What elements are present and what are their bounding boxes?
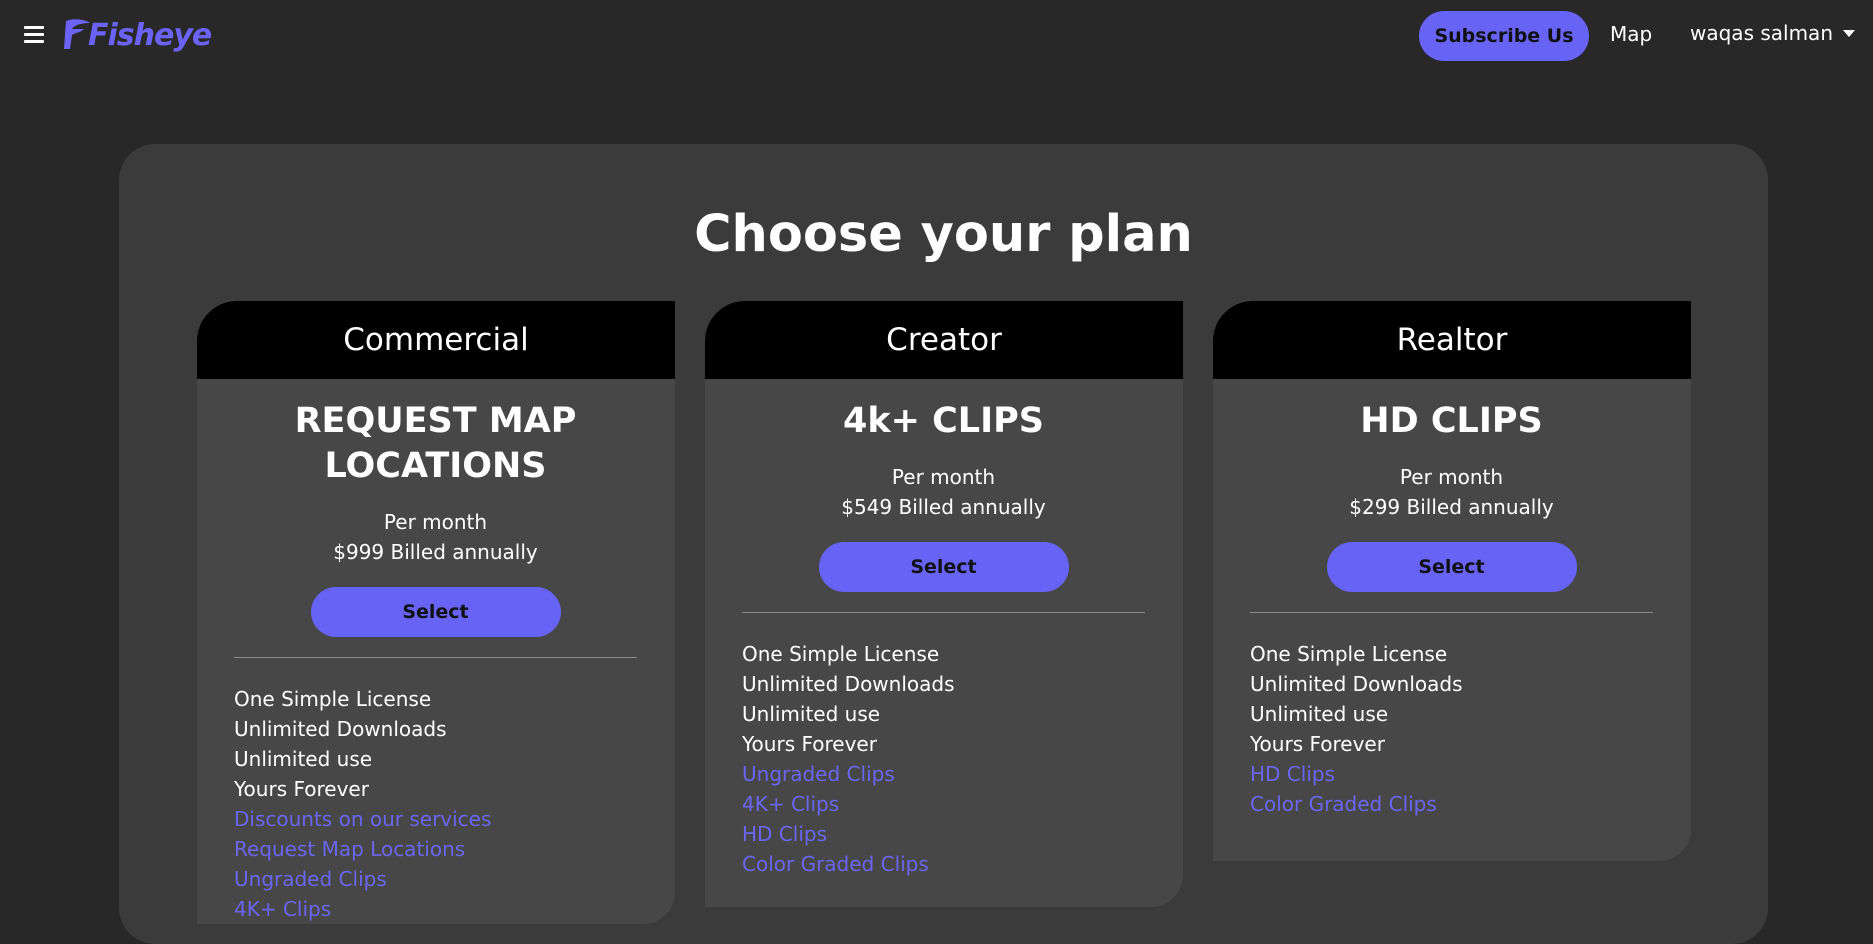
plan-card-header: Creator xyxy=(705,301,1183,379)
select-commercial-button[interactable]: Select xyxy=(310,587,561,637)
hamburger-menu-icon[interactable] xyxy=(24,26,44,44)
feature-link[interactable]: Ungraded Clips xyxy=(234,864,637,894)
plan-card-header: Realtor xyxy=(1213,301,1691,379)
select-creator-button[interactable]: Select xyxy=(818,542,1069,592)
feature-link[interactable]: HD Clips xyxy=(1250,759,1653,789)
feature-link[interactable]: Request Map Locations xyxy=(234,834,637,864)
feature-item: Unlimited Downloads xyxy=(742,672,955,696)
plan-per-month: Per month xyxy=(383,510,488,534)
logo-text: Fisheye xyxy=(88,17,212,53)
subscribe-button[interactable]: Subscribe Us xyxy=(1419,11,1589,61)
select-realtor-button[interactable]: Select xyxy=(1326,542,1577,592)
feature-link[interactable]: Color Graded Clips xyxy=(1250,789,1653,819)
plan-price: $299 Billed annually xyxy=(1349,495,1554,519)
plan-card-body: HD CLIPS Per month $299 Billed annually … xyxy=(1213,379,1691,861)
feature-item: Unlimited use xyxy=(742,702,881,726)
feature-link[interactable]: Color Graded Clips xyxy=(742,849,1145,879)
plan-card-body: REQUEST MAP LOCATIONS Per month $999 Bil… xyxy=(197,379,675,924)
page-title: Choose your plan xyxy=(694,205,1193,264)
feature-link[interactable]: HD Clips xyxy=(742,819,1145,849)
feature-item: Yours Forever xyxy=(742,732,877,756)
plan-price: $549 Billed annually xyxy=(841,495,1046,519)
feature-list: One Simple License Unlimited Downloads U… xyxy=(742,639,1145,879)
user-name: waqas salman xyxy=(1690,21,1833,45)
plan-tier: 4k+ CLIPS xyxy=(842,401,1044,441)
caret-down-icon xyxy=(1843,29,1855,37)
divider xyxy=(1250,612,1653,613)
feature-link[interactable]: 4K+ Clips xyxy=(234,894,637,924)
plan-card-creator: Creator 4k+ CLIPS Per month $549 Billed … xyxy=(705,301,1183,907)
divider xyxy=(742,612,1145,613)
fisheye-logo[interactable]: Fisheye xyxy=(62,14,212,56)
feature-item: One Simple License xyxy=(234,687,432,711)
plan-per-month: Per month xyxy=(1399,465,1504,489)
feature-item: Yours Forever xyxy=(234,777,369,801)
plan-tier: REQUEST MAP LOCATIONS xyxy=(294,401,577,486)
feature-item: Unlimited use xyxy=(234,747,373,771)
feature-item: Unlimited Downloads xyxy=(1250,672,1463,696)
feature-item: Unlimited Downloads xyxy=(234,717,447,741)
feature-list: One Simple License Unlimited Downloads U… xyxy=(234,684,637,924)
feature-item: Yours Forever xyxy=(1250,732,1385,756)
feature-item: One Simple License xyxy=(742,642,940,666)
feature-link[interactable]: Ungraded Clips xyxy=(742,759,1145,789)
feature-link[interactable]: 4K+ Clips xyxy=(742,789,1145,819)
plan-card-body: 4k+ CLIPS Per month $549 Billed annually… xyxy=(705,379,1183,907)
divider xyxy=(234,657,637,658)
plan-card-header: Commercial xyxy=(197,301,675,379)
plan-price: $999 Billed annually xyxy=(333,540,538,564)
user-menu-dropdown[interactable]: waqas salman xyxy=(1690,21,1855,45)
feature-list: One Simple License Unlimited Downloads U… xyxy=(1250,639,1653,819)
plan-per-month: Per month xyxy=(891,465,996,489)
feature-item: One Simple License xyxy=(1250,642,1448,666)
top-navbar: Fisheye Subscribe Us Map waqas salman xyxy=(0,0,1873,72)
feature-item: Unlimited use xyxy=(1250,702,1389,726)
nav-link-map[interactable]: Map xyxy=(1610,22,1652,46)
feature-link[interactable]: Discounts on our services xyxy=(234,804,637,834)
plan-tier: HD CLIPS xyxy=(1360,401,1543,441)
plan-card-realtor: Realtor HD CLIPS Per month $299 Billed a… xyxy=(1213,301,1691,861)
plan-card-commercial: Commercial REQUEST MAP LOCATIONS Per mon… xyxy=(197,301,675,924)
